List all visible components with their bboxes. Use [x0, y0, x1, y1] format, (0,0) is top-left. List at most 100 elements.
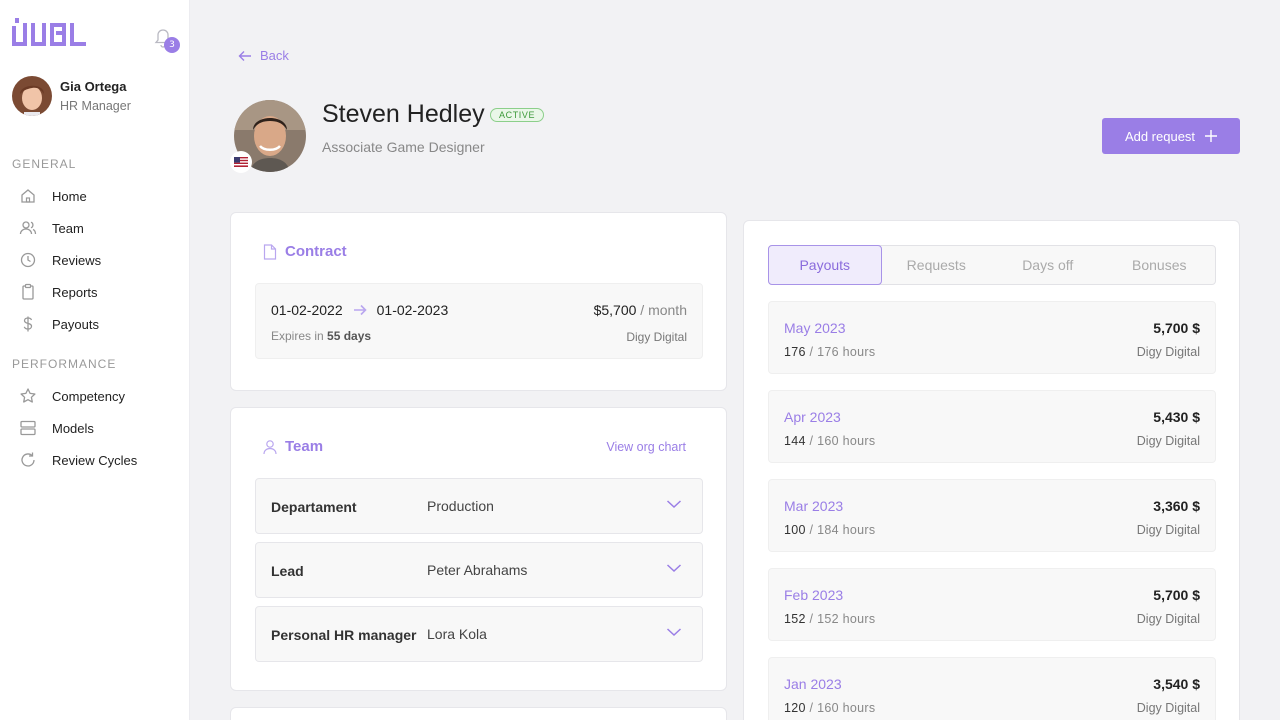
nav-item-home[interactable]: Home: [18, 184, 87, 208]
next-card: [230, 707, 727, 720]
notification-count-badge: 3: [164, 37, 180, 53]
nav-item-reports[interactable]: Reports: [18, 280, 98, 304]
view-org-chart-link[interactable]: View org chart: [606, 440, 686, 454]
star-icon: [18, 386, 38, 406]
us-flag-icon: [230, 151, 252, 173]
clipboard-icon: [18, 282, 38, 302]
user-icon: [263, 439, 277, 454]
user-avatar: [12, 76, 52, 116]
contract-company: Digy Digital: [626, 330, 687, 344]
nav-item-reviews[interactable]: Reviews: [18, 248, 101, 272]
payout-item[interactable]: Mar 2023 100 / 184 hours 3,360 $ Digy Di…: [768, 479, 1216, 552]
contract-details: 01-02-2022 01-02-2023 $5,700 / month Exp…: [255, 283, 703, 359]
payout-hours: 152 / 152 hours: [784, 612, 875, 626]
hours-total: / 160 hours: [809, 434, 876, 448]
sidebar: 3 Gia Ortega HR Manager GENERAL Home Tea…: [0, 0, 190, 720]
payout-company: Digy Digital: [1136, 612, 1200, 626]
payout-month: Mar 2023: [784, 498, 844, 514]
nav-item-review-cycles[interactable]: Review Cycles: [18, 448, 137, 472]
back-link[interactable]: Back: [238, 48, 289, 63]
team-row-lead[interactable]: Lead Peter Abrahams: [255, 542, 703, 598]
payout-item[interactable]: Apr 2023 144 / 160 hours 5,430 $ Digy Di…: [768, 390, 1216, 463]
chevron-down-icon: [666, 628, 682, 637]
tab-requests[interactable]: Requests: [881, 246, 993, 284]
contract-end-date: 01-02-2023: [376, 302, 449, 318]
payout-item[interactable]: Feb 2023 152 / 152 hours 5,700 $ Digy Di…: [768, 568, 1216, 641]
hours-total: / 160 hours: [809, 701, 876, 715]
team-row-key: Departament: [271, 499, 357, 515]
payout-month: Feb 2023: [784, 587, 844, 603]
chevron-down-icon: [666, 500, 682, 509]
nav-label: Models: [52, 420, 94, 436]
team-row-value: Production: [427, 498, 494, 514]
users-icon: [18, 218, 38, 238]
contract-expiry: Expires in 55 days: [271, 329, 371, 343]
hours-total: / 152 hours: [809, 612, 876, 626]
team-row-key: Personal HR manager: [271, 627, 417, 643]
payout-month: May 2023: [784, 320, 846, 336]
chevron-down-icon: [666, 564, 682, 573]
payout-amount: 5,700 $: [1153, 587, 1200, 603]
contract-start-date: 01-02-2022: [271, 302, 343, 318]
nav-label: Review Cycles: [52, 452, 138, 468]
contract-card: Contract 01-02-2022 01-02-2023 $5,700 / …: [230, 212, 727, 391]
nav-item-team[interactable]: Team: [18, 216, 84, 240]
team-row-key: Lead: [271, 563, 304, 579]
hours-done: 152: [784, 612, 806, 626]
nav-item-models[interactable]: Models: [18, 416, 94, 440]
salary-period: / month: [640, 302, 687, 318]
user-name: Gia Ortega: [60, 79, 127, 94]
payout-amount: 3,360 $: [1153, 498, 1200, 514]
employee-job-title: Associate Game Designer: [322, 139, 485, 155]
payout-item[interactable]: Jan 2023 120 / 160 hours 3,540 $ Digy Di…: [768, 657, 1216, 720]
refresh-icon: [18, 450, 38, 470]
hours-done: 144: [784, 434, 806, 448]
nav-section-performance: PERFORMANCE: [12, 357, 117, 371]
hours-done: 176: [784, 345, 806, 359]
tab-days-off[interactable]: Days off: [992, 246, 1104, 284]
nav-label: Payouts: [52, 316, 99, 332]
employee-name: Steven Hedley: [322, 100, 485, 128]
add-request-label: Add request: [1124, 128, 1196, 144]
payout-item[interactable]: May 2023 176 / 176 hours 5,700 $ Digy Di…: [768, 301, 1216, 374]
expires-value: 55 days: [327, 329, 372, 343]
hours-done: 100: [784, 523, 806, 537]
payouts-tabs: Payouts Requests Days off Bonuses: [768, 245, 1216, 285]
payout-hours: 120 / 160 hours: [784, 701, 875, 715]
team-title-label: Team: [285, 438, 324, 455]
payout-month: Jan 2023: [784, 676, 842, 692]
nav-label: Home: [52, 188, 87, 204]
nav-label: Team: [52, 220, 84, 236]
payout-amount: 3,540 $: [1153, 676, 1200, 692]
team-row-department[interactable]: Departament Production: [255, 478, 703, 534]
tab-bonuses[interactable]: Bonuses: [1104, 246, 1216, 284]
contract-title: Contract: [263, 243, 347, 260]
team-card: Team View org chart Departament Producti…: [230, 407, 727, 691]
team-title: Team: [263, 438, 323, 455]
payout-company: Digy Digital: [1136, 701, 1200, 715]
nav-item-competency[interactable]: Competency: [18, 384, 125, 408]
payout-amount: 5,430 $: [1153, 409, 1200, 425]
payout-amount: 5,700 $: [1153, 320, 1200, 336]
salary-amount: $5,700: [593, 302, 637, 318]
contract-salary: $5,700 / month: [594, 302, 687, 318]
nav-label: Reports: [52, 284, 98, 300]
current-user[interactable]: Gia Ortega HR Manager: [12, 76, 131, 116]
team-row-hr-manager[interactable]: Personal HR manager Lora Kola: [255, 606, 703, 662]
back-label: Back: [260, 48, 289, 63]
nav-label: Reviews: [52, 252, 102, 268]
payout-company: Digy Digital: [1136, 434, 1200, 448]
arrow-right-icon: [353, 304, 367, 316]
nav-label: Competency: [52, 388, 125, 404]
home-icon: [18, 186, 38, 206]
arrow-left-icon: [238, 50, 251, 61]
payouts-card: Payouts Requests Days off Bonuses May 20…: [743, 220, 1240, 720]
contract-title-label: Contract: [285, 243, 347, 260]
tab-payouts[interactable]: Payouts: [768, 245, 882, 285]
add-request-button[interactable]: Add request: [1102, 118, 1240, 154]
payout-month: Apr 2023: [784, 409, 841, 425]
app-logo[interactable]: [12, 18, 88, 51]
nav-item-payouts[interactable]: Payouts: [18, 312, 99, 336]
layers-icon: [18, 418, 38, 438]
status-badge: ACTIVE: [490, 108, 545, 122]
